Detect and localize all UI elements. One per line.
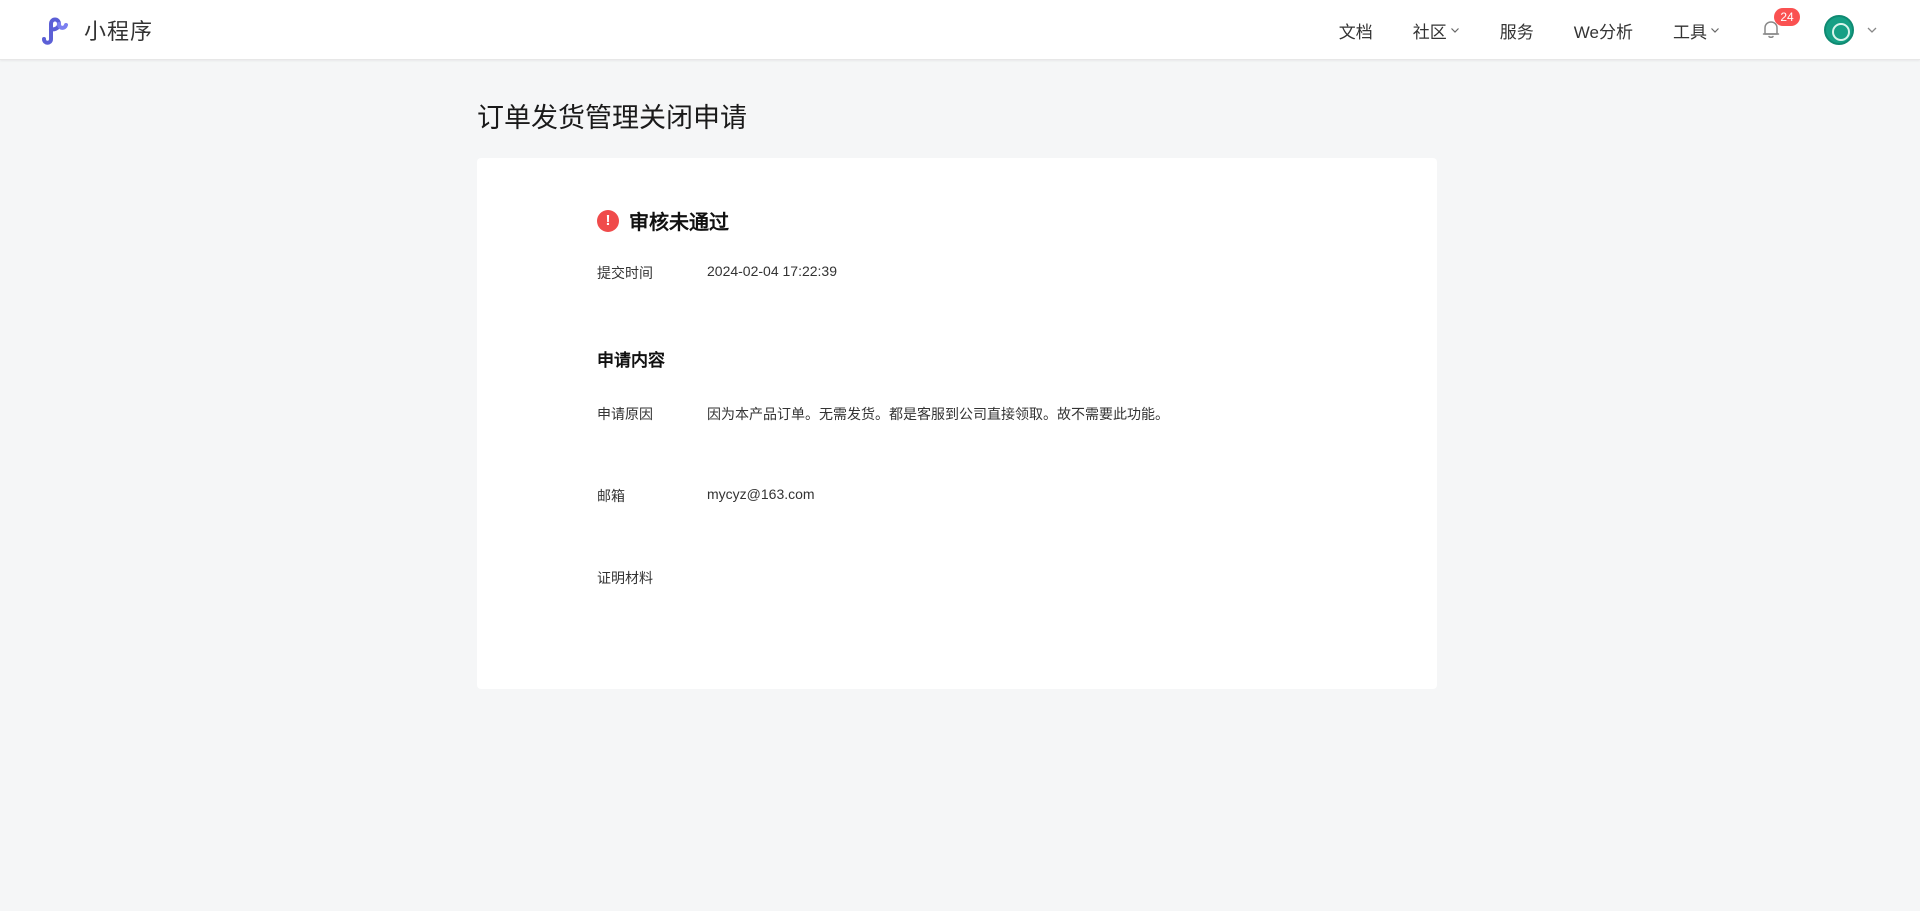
exclamation-icon: !: [597, 209, 619, 232]
miniprogram-logo-icon: [42, 17, 68, 45]
brand[interactable]: 小程序: [38, 12, 153, 48]
reason-value: 因为本产品订单。无需发货。都是客服到公司直接领取。故不需要此功能。: [707, 406, 1169, 422]
submit-time-value: 2024-02-04 17:22:39: [707, 263, 837, 279]
email-row: 邮箱 mycyz@163.com: [597, 486, 815, 506]
nav-tools[interactable]: 工具: [1673, 18, 1720, 43]
nav-services-label: 服务: [1499, 22, 1534, 42]
nav-docs-label: 文档: [1338, 22, 1373, 42]
review-status-text: 审核未通过: [629, 212, 729, 234]
reason-row: 申请原因 因为本产品订单。无需发货。都是客服到公司直接领取。故不需要此功能。: [597, 404, 1169, 424]
top-navigation-bar: 小程序 文档 社区 服务 We分析 工具 24: [0, 0, 1920, 60]
nav-we-analysis-label: We分析: [1573, 22, 1633, 42]
proof-row: 证明材料: [597, 568, 707, 588]
nav-we-analysis[interactable]: We分析: [1574, 18, 1633, 43]
nav-community-label: 社区: [1412, 22, 1447, 42]
chevron-down-icon: [1711, 28, 1719, 33]
reason-label: 申请原因: [597, 406, 653, 422]
notification-count-badge: 24: [1774, 8, 1800, 26]
page-title: 订单发货管理关闭申请: [477, 103, 747, 133]
account-menu[interactable]: [1824, 15, 1878, 45]
notifications-button[interactable]: 24: [1760, 8, 1800, 42]
submit-time-row: 提交时间 2024-02-04 17:22:39: [597, 263, 837, 283]
brand-name: 小程序: [84, 19, 154, 44]
avatar[interactable]: [1824, 15, 1854, 45]
chevron-down-icon: [1450, 28, 1459, 33]
submit-time-label: 提交时间: [597, 265, 653, 281]
email-value: mycyz@163.com: [707, 486, 815, 502]
nav-docs[interactable]: 文档: [1339, 18, 1373, 43]
nav-community[interactable]: 社区: [1413, 18, 1460, 43]
review-status: ! 审核未通过: [597, 206, 729, 235]
main-nav: 文档 社区 服务 We分析 工具 24: [1339, 0, 1878, 60]
proof-label: 证明材料: [597, 570, 653, 586]
application-section-title: 申请内容: [597, 351, 665, 370]
application-detail-card: ! 审核未通过 提交时间 2024-02-04 17:22:39 申请内容 申请…: [477, 158, 1437, 689]
chevron-down-icon: [1867, 27, 1877, 33]
nav-services[interactable]: 服务: [1500, 18, 1534, 43]
email-label: 邮箱: [597, 488, 625, 504]
nav-tools-label: 工具: [1673, 22, 1707, 42]
